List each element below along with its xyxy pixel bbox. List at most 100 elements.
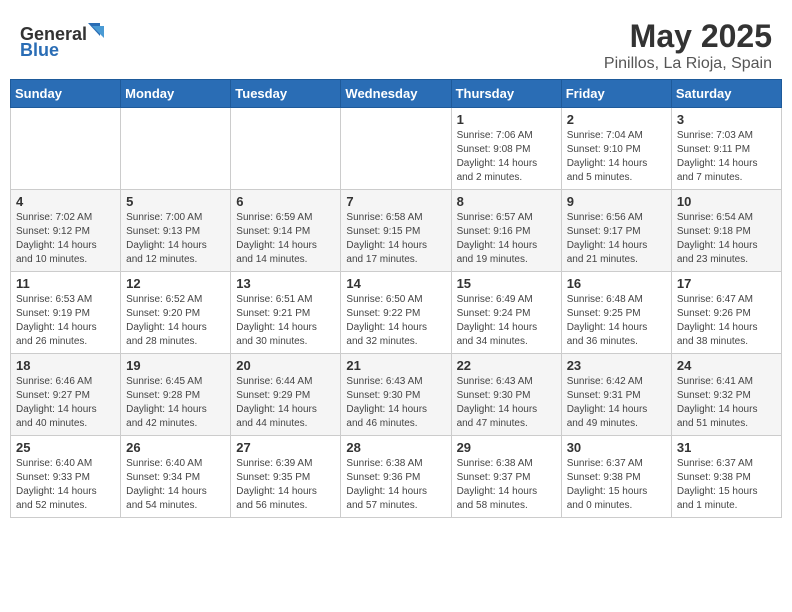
day-number: 14 (346, 276, 445, 291)
calendar-cell (341, 108, 451, 190)
day-info: Sunrise: 6:56 AMSunset: 9:17 PMDaylight:… (567, 211, 666, 267)
day-info: Sunrise: 7:04 AMSunset: 9:10 PMDaylight:… (567, 129, 666, 185)
calendar-week-4: 18Sunrise: 6:46 AMSunset: 9:27 PMDayligh… (11, 354, 782, 436)
calendar-cell: 26Sunrise: 6:40 AMSunset: 9:34 PMDayligh… (121, 436, 231, 518)
logo: General Blue (20, 18, 110, 63)
calendar-cell: 18Sunrise: 6:46 AMSunset: 9:27 PMDayligh… (11, 354, 121, 436)
day-info: Sunrise: 6:52 AMSunset: 9:20 PMDaylight:… (126, 293, 225, 349)
day-number: 29 (457, 440, 556, 455)
day-number: 12 (126, 276, 225, 291)
calendar-cell: 8 Sunrise: 6:57 AMSunset: 9:16 PMDaylight… (451, 190, 561, 272)
calendar-cell: 3Sunrise: 7:03 AMSunset: 9:11 PMDaylight… (671, 108, 781, 190)
day-number: 24 (677, 358, 776, 373)
calendar-cell (231, 108, 341, 190)
calendar-cell: 7 Sunrise: 6:58 AMSunset: 9:15 PMDaylight… (341, 190, 451, 272)
day-number: 20 (236, 358, 335, 373)
day-number: 13 (236, 276, 335, 291)
day-number: 31 (677, 440, 776, 455)
day-info: Sunrise: 6:40 AMSunset: 9:33 PMDaylight:… (16, 457, 115, 513)
calendar-cell: 27Sunrise: 6:39 AMSunset: 9:35 PMDayligh… (231, 436, 341, 518)
weekday-header-wednesday: Wednesday (341, 80, 451, 108)
day-info: Sunrise: 6:37 AMSunset: 9:38 PMDaylight:… (677, 457, 776, 513)
day-number: 21 (346, 358, 445, 373)
day-number: 9 (567, 194, 666, 209)
day-info: Sunrise: 6:45 AMSunset: 9:28 PMDaylight:… (126, 375, 225, 431)
calendar-cell: 24Sunrise: 6:41 AMSunset: 9:32 PMDayligh… (671, 354, 781, 436)
weekday-header-friday: Friday (561, 80, 671, 108)
day-number: 17 (677, 276, 776, 291)
day-info: Sunrise: 6:59 AMSunset: 9:14 PMDaylight:… (236, 211, 335, 267)
calendar-cell: 20 Sunrise: 6:44 AMSunset: 9:29 PMDayligh… (231, 354, 341, 436)
weekday-header-monday: Monday (121, 80, 231, 108)
day-info: Sunrise: 7:02 AMSunset: 9:12 PMDaylight:… (16, 211, 115, 267)
calendar-cell: 2 Sunrise: 7:04 AMSunset: 9:10 PMDaylight… (561, 108, 671, 190)
day-info: Sunrise: 6:38 AMSunset: 9:36 PMDaylight:… (346, 457, 445, 513)
day-info: Sunrise: 7:06 AMSunset: 9:08 PMDaylight:… (457, 129, 556, 185)
day-info: Sunrise: 6:42 AMSunset: 9:31 PMDaylight:… (567, 375, 666, 431)
day-info: Sunrise: 6:51 AMSunset: 9:21 PMDaylight:… (236, 293, 335, 349)
day-info: Sunrise: 6:38 AMSunset: 9:37 PMDaylight:… (457, 457, 556, 513)
calendar-week-1: 1 Sunrise: 7:06 AMSunset: 9:08 PMDaylight… (11, 108, 782, 190)
calendar-cell: 11Sunrise: 6:53 AMSunset: 9:19 PMDayligh… (11, 272, 121, 354)
day-number: 8 (457, 194, 556, 209)
calendar-cell (121, 108, 231, 190)
day-info: Sunrise: 6:44 AMSunset: 9:29 PMDaylight:… (236, 375, 335, 431)
day-info: Sunrise: 6:58 AMSunset: 9:15 PMDaylight:… (346, 211, 445, 267)
calendar-cell: 31 Sunrise: 6:37 AMSunset: 9:38 PMDayligh… (671, 436, 781, 518)
logo-text: General Blue (20, 18, 110, 63)
page-header: General Blue May 2025 Pinillos, La Rioja… (10, 10, 782, 79)
day-info: Sunrise: 6:50 AMSunset: 9:22 PMDaylight:… (346, 293, 445, 349)
weekday-header-row: SundayMondayTuesdayWednesdayThursdayFrid… (11, 80, 782, 108)
day-info: Sunrise: 6:46 AMSunset: 9:27 PMDaylight:… (16, 375, 115, 431)
day-info: Sunrise: 6:37 AMSunset: 9:38 PMDaylight:… (567, 457, 666, 513)
day-number: 22 (457, 358, 556, 373)
location-title: Pinillos, La Rioja, Spain (604, 55, 772, 73)
day-number: 25 (16, 440, 115, 455)
calendar-cell: 23Sunrise: 6:42 AMSunset: 9:31 PMDayligh… (561, 354, 671, 436)
day-number: 6 (236, 194, 335, 209)
calendar-cell: 17Sunrise: 6:47 AMSunset: 9:26 PMDayligh… (671, 272, 781, 354)
calendar-cell: 21 Sunrise: 6:43 AMSunset: 9:30 PMDayligh… (341, 354, 451, 436)
calendar-cell: 16 Sunrise: 6:48 AMSunset: 9:25 PMDayligh… (561, 272, 671, 354)
day-number: 10 (677, 194, 776, 209)
calendar-table: SundayMondayTuesdayWednesdayThursdayFrid… (10, 79, 782, 518)
day-info: Sunrise: 6:48 AMSunset: 9:25 PMDaylight:… (567, 293, 666, 349)
day-number: 11 (16, 276, 115, 291)
day-number: 2 (567, 112, 666, 127)
calendar-cell: 28 Sunrise: 6:38 AMSunset: 9:36 PMDayligh… (341, 436, 451, 518)
weekday-header-tuesday: Tuesday (231, 80, 341, 108)
day-info: Sunrise: 7:00 AMSunset: 9:13 PMDaylight:… (126, 211, 225, 267)
day-info: Sunrise: 6:43 AMSunset: 9:30 PMDaylight:… (346, 375, 445, 431)
calendar-cell: 22Sunrise: 6:43 AMSunset: 9:30 PMDayligh… (451, 354, 561, 436)
calendar-cell: 12 Sunrise: 6:52 AMSunset: 9:20 PMDayligh… (121, 272, 231, 354)
month-title: May 2025 (604, 18, 772, 55)
day-info: Sunrise: 6:54 AMSunset: 9:18 PMDaylight:… (677, 211, 776, 267)
day-number: 28 (346, 440, 445, 455)
calendar-week-5: 25 Sunrise: 6:40 AMSunset: 9:33 PMDayligh… (11, 436, 782, 518)
day-number: 15 (457, 276, 556, 291)
day-number: 27 (236, 440, 335, 455)
day-number: 19 (126, 358, 225, 373)
day-number: 30 (567, 440, 666, 455)
day-number: 16 (567, 276, 666, 291)
day-number: 1 (457, 112, 556, 127)
svg-text:Blue: Blue (20, 40, 59, 58)
calendar-cell: 6 Sunrise: 6:59 AMSunset: 9:14 PMDaylight… (231, 190, 341, 272)
title-block: May 2025 Pinillos, La Rioja, Spain (604, 18, 772, 73)
calendar-cell: 1 Sunrise: 7:06 AMSunset: 9:08 PMDaylight… (451, 108, 561, 190)
day-info: Sunrise: 6:57 AMSunset: 9:16 PMDaylight:… (457, 211, 556, 267)
day-info: Sunrise: 6:40 AMSunset: 9:34 PMDaylight:… (126, 457, 225, 513)
calendar-week-3: 11Sunrise: 6:53 AMSunset: 9:19 PMDayligh… (11, 272, 782, 354)
day-number: 3 (677, 112, 776, 127)
calendar-cell: 5 Sunrise: 7:00 AMSunset: 9:13 PMDaylight… (121, 190, 231, 272)
calendar-cell: 13 Sunrise: 6:51 AMSunset: 9:21 PMDayligh… (231, 272, 341, 354)
day-number: 5 (126, 194, 225, 209)
calendar-cell: 30 Sunrise: 6:37 AMSunset: 9:38 PMDayligh… (561, 436, 671, 518)
calendar-cell: 25 Sunrise: 6:40 AMSunset: 9:33 PMDayligh… (11, 436, 121, 518)
calendar-cell: 15Sunrise: 6:49 AMSunset: 9:24 PMDayligh… (451, 272, 561, 354)
day-number: 7 (346, 194, 445, 209)
calendar-cell: 10 Sunrise: 6:54 AMSunset: 9:18 PMDayligh… (671, 190, 781, 272)
weekday-header-thursday: Thursday (451, 80, 561, 108)
calendar-cell: 9 Sunrise: 6:56 AMSunset: 9:17 PMDaylight… (561, 190, 671, 272)
calendar-cell: 19 Sunrise: 6:45 AMSunset: 9:28 PMDayligh… (121, 354, 231, 436)
